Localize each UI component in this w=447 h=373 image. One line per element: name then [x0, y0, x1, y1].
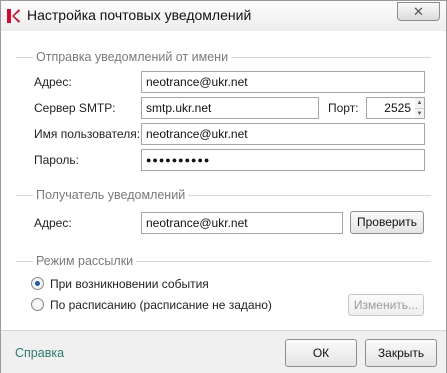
window-title: Настройка почтовых уведомлений	[27, 7, 252, 23]
sender-section-heading: Отправка уведомлений от имени	[33, 50, 232, 64]
smtp-server-field[interactable]: smtp.ukr.net	[141, 97, 319, 119]
recipient-section: Получатель уведомлений	[16, 188, 431, 202]
ok-button[interactable]: ОК	[285, 339, 357, 367]
sender-section: Отправка уведомлений от имени	[16, 50, 431, 64]
help-link[interactable]: Справка	[15, 346, 64, 360]
notification-settings-dialog: Настройка почтовых уведомлений ✕ Отправк…	[0, 0, 447, 373]
title-bar: Настройка почтовых уведомлений ✕	[1, 1, 446, 31]
check-button[interactable]: Проверить	[350, 211, 424, 234]
mode-section-heading: Режим рассылки	[33, 254, 137, 268]
port-field[interactable]: 2525	[366, 97, 416, 119]
recipient-section-heading: Получатель уведомлений	[33, 188, 189, 202]
sender-address-label: Адрес:	[34, 75, 72, 89]
on-event-label[interactable]: При возникновении события	[50, 276, 209, 292]
sender-address-field[interactable]: neotrance@ukr.net	[141, 71, 425, 93]
password-field[interactable]: ●●●●●●●●●●	[141, 149, 425, 171]
dialog-footer: Справка ОК Закрыть	[1, 330, 446, 373]
port-label: Порт:	[328, 101, 359, 115]
username-label: Имя пользователя:	[34, 127, 141, 141]
schedule-radio[interactable]	[31, 298, 44, 311]
close-icon: ✕	[413, 4, 424, 19]
port-stepper[interactable]: ▲ ▼	[415, 97, 425, 119]
on-event-radio[interactable]	[31, 277, 44, 290]
window-close-button[interactable]: ✕	[397, 2, 440, 21]
recipient-address-label: Адрес:	[34, 216, 72, 230]
stepper-up-icon[interactable]: ▲	[415, 98, 424, 109]
recipient-address-field[interactable]: neotrance@ukr.net	[141, 212, 343, 234]
kaspersky-logo-icon	[7, 9, 20, 23]
password-label: Пароль:	[34, 153, 79, 167]
schedule-label[interactable]: По расписанию (расписание не задано)	[50, 297, 272, 313]
username-field[interactable]: neotrance@ukr.net	[141, 123, 425, 145]
close-button[interactable]: Закрыть	[365, 339, 437, 367]
stepper-down-icon[interactable]: ▼	[415, 109, 424, 119]
mode-section: Режим рассылки	[16, 254, 431, 268]
change-schedule-button[interactable]: Изменить...	[348, 294, 424, 316]
smtp-server-label: Сервер SMTP:	[34, 101, 116, 115]
